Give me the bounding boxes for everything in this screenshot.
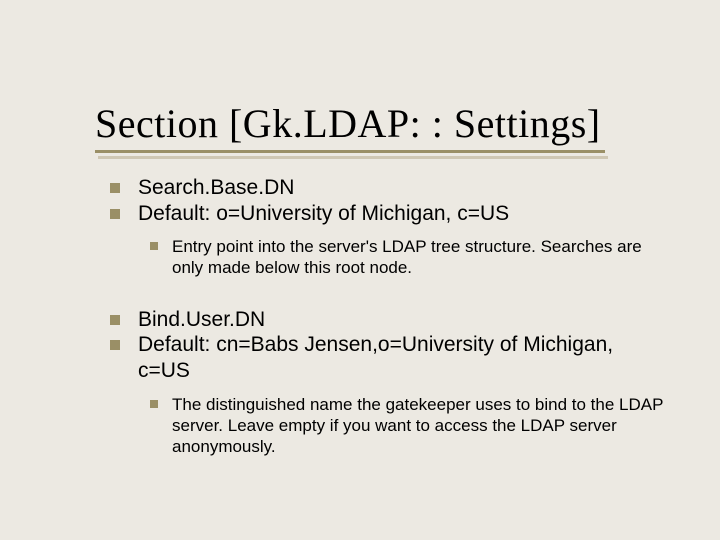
sub-list-item-text: Entry point into the server's LDAP tree … [172,236,670,279]
list-item: Search.Base.DN [110,175,670,201]
sub-list-item-text: The distinguished name the gatekeeper us… [172,394,670,458]
list-item-text: Default: cn=Babs Jensen,o=University of … [138,332,670,383]
sub-list-item: Entry point into the server's LDAP tree … [150,236,670,279]
square-bullet-icon [110,183,120,193]
list-item: Default: cn=Babs Jensen,o=University of … [110,332,670,383]
square-bullet-icon [150,400,158,408]
square-bullet-icon [110,209,120,219]
list-item-text: Search.Base.DN [138,175,294,201]
square-bullet-icon [110,340,120,350]
slide-title: Section [Gk.LDAP: : Settings] [95,100,601,147]
slide: Section [Gk.LDAP: : Settings] Search.Bas… [0,0,720,540]
square-bullet-icon [150,242,158,250]
square-bullet-icon [110,315,120,325]
list-item: Default: o=University of Michigan, c=US [110,201,670,227]
list-item-text: Bind.User.DN [138,307,265,333]
list-item-text: Default: o=University of Michigan, c=US [138,201,509,227]
sub-list-item: The distinguished name the gatekeeper us… [150,394,670,458]
list-item: Bind.User.DN [110,307,670,333]
title-underline [95,150,605,153]
slide-body: Search.Base.DN Default: o=University of … [110,175,670,457]
title-underline-shadow [98,156,608,159]
